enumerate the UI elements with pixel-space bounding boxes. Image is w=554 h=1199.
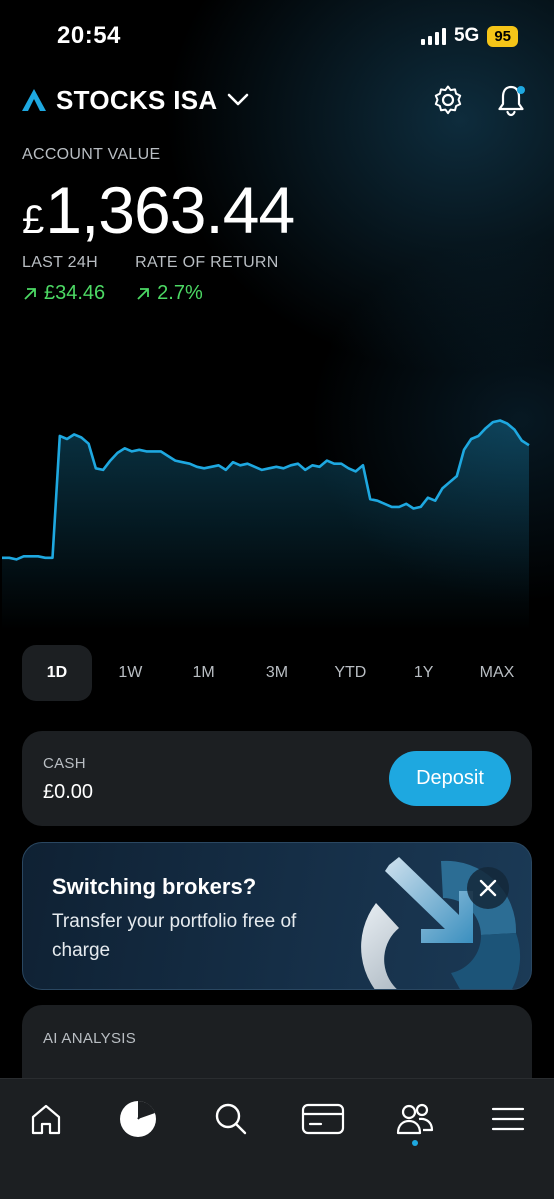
ai-analysis-label: AI ANALYSIS xyxy=(43,1030,137,1047)
status-time: 20:54 xyxy=(57,22,121,49)
deposit-button[interactable]: Deposit xyxy=(389,751,511,806)
settings-button[interactable] xyxy=(428,80,468,120)
nav-menu[interactable] xyxy=(486,1097,530,1141)
return-value-row: 2.7% xyxy=(135,282,278,305)
bottom-nav xyxy=(0,1078,554,1199)
home-icon xyxy=(31,1104,61,1135)
transfer-illustration-icon xyxy=(361,857,521,989)
return-label: RATE OF RETURN xyxy=(135,254,279,271)
arrow-up-right-icon xyxy=(24,287,36,300)
performance-chart[interactable] xyxy=(0,390,554,630)
nav-community[interactable] xyxy=(393,1097,437,1141)
menu-icon xyxy=(491,1107,525,1131)
time-range-selector: 1D 1W 1M 3M YTD 1Y MAX xyxy=(22,645,532,701)
balance-value: 1,363.44 xyxy=(45,173,295,247)
promo-title: Switching brokers? xyxy=(52,874,257,899)
return-stat: RATE OF RETURN 2.7% xyxy=(135,254,278,305)
nav-search[interactable] xyxy=(209,1097,253,1141)
range-max[interactable]: MAX xyxy=(462,645,532,701)
status-bar: 20:54 5G 95 xyxy=(0,0,554,72)
notifications-button[interactable] xyxy=(492,80,532,120)
nav-card[interactable] xyxy=(301,1097,345,1141)
switching-brokers-banner[interactable]: Switching brokers? Transfer your portfol… xyxy=(22,842,532,990)
credit-card-icon xyxy=(301,1103,345,1135)
last24-value: £34.46 xyxy=(44,282,106,304)
last24-value-row: £34.46 xyxy=(22,282,105,305)
range-3m[interactable]: 3M xyxy=(242,645,312,701)
network-label: 5G xyxy=(453,25,480,46)
last24-stat: LAST 24H £34.46 xyxy=(22,254,105,305)
status-indicators: 5G 95 xyxy=(420,25,518,47)
cash-label: CASH xyxy=(43,755,86,772)
return-value: 2.7% xyxy=(157,282,203,304)
arrow-up-right-icon xyxy=(137,287,150,300)
close-icon xyxy=(479,879,497,897)
chart-area-fill xyxy=(2,420,529,630)
chevron-down-icon xyxy=(228,93,249,106)
battery-indicator: 95 xyxy=(487,25,518,47)
search-icon xyxy=(215,1103,247,1135)
account-stats: LAST 24H £34.46 RATE OF RETURN 2.7% xyxy=(22,254,279,305)
range-1m[interactable]: 1M xyxy=(169,645,239,701)
nav-active-indicator xyxy=(412,1140,418,1146)
last24-label: LAST 24H xyxy=(22,254,98,271)
nav-home[interactable] xyxy=(24,1097,68,1141)
nav-portfolio[interactable] xyxy=(116,1097,160,1141)
range-ytd[interactable]: YTD xyxy=(315,645,385,701)
account-switcher[interactable]: STOCKS ISA xyxy=(22,80,249,120)
currency-symbol: £ xyxy=(22,198,44,242)
logo-icon xyxy=(22,89,46,111)
signal-icon xyxy=(420,27,446,45)
pie-chart-icon xyxy=(120,1101,156,1137)
gear-icon xyxy=(434,85,462,115)
bell-icon xyxy=(498,85,525,117)
header: STOCKS ISA xyxy=(22,80,532,120)
people-icon xyxy=(396,1103,434,1135)
range-1d[interactable]: 1D xyxy=(22,645,92,701)
account-value-label: ACCOUNT VALUE xyxy=(22,146,161,163)
cash-value: £0.00 xyxy=(43,781,94,803)
account-title: STOCKS ISA xyxy=(56,84,218,115)
promo-text: Transfer your portfolio free of charge xyxy=(52,911,297,961)
cash-card: CASH £0.00 Deposit xyxy=(22,731,532,826)
account-balance: £ 1,363.44 xyxy=(22,172,295,248)
range-1y[interactable]: 1Y xyxy=(389,645,459,701)
range-1w[interactable]: 1W xyxy=(95,645,165,701)
close-button[interactable] xyxy=(467,867,509,909)
